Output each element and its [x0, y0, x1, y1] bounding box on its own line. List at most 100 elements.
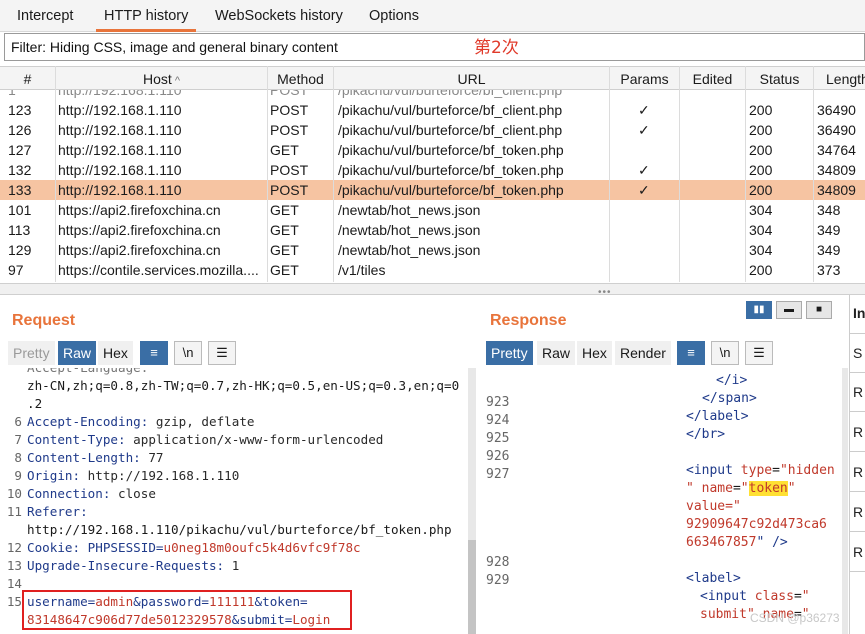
inspector-item[interactable]: R [853, 384, 863, 400]
request-raw-button[interactable]: Raw [58, 341, 97, 365]
table-row[interactable]: 113 https://api2.firefoxchina.cn GET/newta… [0, 220, 865, 240]
request-pretty-button[interactable]: Pretty [8, 341, 55, 365]
cell-id: 113 [8, 222, 31, 238]
table-row[interactable]: 132 http://192.168.1.110 POST/pikachu/vul/… [0, 160, 865, 180]
newline-toggle-button[interactable]: \n [711, 341, 739, 365]
tab-websockets-history[interactable]: WebSockets history [215, 0, 343, 32]
newline-toggle-button[interactable]: \n [174, 341, 202, 365]
response-render-button[interactable]: Render [615, 341, 671, 365]
column-header-length[interactable]: Length [814, 67, 865, 91]
table-row[interactable]: 129 https://api2.firefoxchina.cn GET/newta… [0, 240, 865, 260]
token-value-line: 663467857" /> [686, 535, 788, 550]
column-header-number[interactable]: # [0, 67, 56, 91]
cell-status: 200 [749, 142, 773, 158]
cell-status: 200 [749, 162, 773, 178]
cell-id: 133 [8, 182, 32, 198]
line-number: 6 [14, 414, 22, 429]
cell-params: ✓ [638, 182, 650, 198]
line-text: zh-CN,zh;q=0.8,zh-TW;q=0.7,zh-HK;q=0.5,e… [27, 378, 460, 393]
code-line: " name="token" [686, 481, 796, 496]
cell-id: 126 [8, 122, 32, 138]
tab-options[interactable]: Options [369, 0, 419, 32]
cell-method: GET [270, 242, 299, 258]
column-divider [267, 66, 268, 282]
table-row-partial[interactable]: 1 http://192.168.1.110 POST/pikachu/vul/bu… [0, 90, 865, 100]
response-editor[interactable]: 923 924 925 926 927 928 929 </i> </span>… [486, 368, 844, 634]
table-row[interactable]: 127 http://192.168.1.110 GET/pikachu/vul/b… [0, 140, 865, 160]
history-table-body: 1 http://192.168.1.110 POST/pikachu/vul/bu… [0, 90, 865, 282]
column-header-host[interactable]: Host ^ [56, 67, 268, 91]
line-text: Content-Length: 77 [27, 450, 164, 465]
code-line: <input class=" [700, 589, 810, 604]
table-row[interactable]: 123 http://192.168.1.110 POST/pikachu/vul/… [0, 100, 865, 120]
table-row[interactable]: 101 https://api2.firefoxchina.cn GET/newta… [0, 200, 865, 220]
tab-http-history[interactable]: HTTP history [96, 0, 197, 32]
cell-id: 97 [8, 262, 24, 278]
code-line: value=" [686, 499, 741, 514]
line-number: 15 [6, 594, 22, 609]
line-number: 14 [6, 576, 22, 591]
split-horizontal-icon[interactable]: ▮▮ [746, 301, 772, 319]
menu-icon[interactable]: ☰ [745, 341, 773, 365]
inspector-item[interactable]: R [853, 424, 863, 440]
filter-bar[interactable]: Filter: Hiding CSS, image and general bi… [4, 33, 865, 61]
table-row[interactable]: 133 http://192.168.1.110 POST/pikachu/vul/… [0, 180, 865, 200]
single-pane-icon[interactable]: ■ [806, 301, 832, 319]
inspector-item[interactable]: R [853, 544, 863, 560]
wrap-lines-icon[interactable]: ≡ [677, 341, 705, 365]
line-number: 10 [6, 486, 22, 501]
cell-length: 34809 [817, 182, 856, 198]
line-number: 7 [14, 432, 22, 447]
table-row[interactable]: 97 https://contile.services.mozilla.... GE… [0, 260, 865, 280]
inspector-label[interactable]: In [853, 305, 865, 321]
line-number: 9 [14, 468, 22, 483]
cell-url: /newtab/hot_news.json [338, 242, 481, 258]
code-line: <label> [686, 571, 741, 586]
wrap-lines-icon[interactable]: ≡ [140, 341, 168, 365]
cell-length: 34809 [817, 162, 856, 178]
cell-length: 349 [817, 242, 841, 258]
filter-label: Filter: Hiding CSS, image and general bi… [11, 39, 338, 55]
request-scroll-thumb[interactable] [468, 540, 476, 634]
inspector-item[interactable]: S [853, 345, 862, 361]
column-header-url[interactable]: URL [334, 67, 610, 91]
table-row[interactable]: 126 http://192.168.1.110 POST/pikachu/vul/… [0, 120, 865, 140]
inspector-item[interactable]: R [853, 464, 863, 480]
column-divider [55, 66, 56, 282]
column-header-method[interactable]: Method [268, 67, 334, 91]
inspector-item[interactable]: R [853, 504, 863, 520]
chevron-up-icon: ^ [171, 75, 180, 87]
cell-url: /pikachu/vul/burteforce/bf_token.php [338, 142, 564, 158]
response-raw-button[interactable]: Raw [537, 341, 576, 365]
line-number: 924 [486, 413, 510, 428]
cell-id: 127 [8, 142, 32, 158]
response-scrollbar[interactable] [842, 368, 848, 634]
column-header-status[interactable]: Status [746, 67, 814, 91]
response-title: Response [490, 312, 567, 329]
request-hex-button[interactable]: Hex [98, 341, 133, 365]
response-hex-button[interactable]: Hex [577, 341, 612, 365]
column-divider [333, 66, 334, 282]
cell-host: https://api2.firefoxchina.cn [58, 222, 221, 238]
column-header-edited[interactable]: Edited [680, 67, 746, 91]
code-line: </span> [702, 391, 757, 406]
column-header-params[interactable]: Params [610, 67, 680, 91]
menu-icon[interactable]: ☰ [208, 341, 236, 365]
response-pretty-button[interactable]: Pretty [486, 341, 533, 365]
cell-host: https://api2.firefoxchina.cn [58, 242, 221, 258]
highlight-box [22, 590, 352, 630]
split-vertical-icon[interactable]: ▬ [776, 301, 802, 319]
divider [850, 372, 865, 373]
line-text: Origin: http://192.168.1.110 [27, 468, 240, 483]
table-row-partial[interactable]: 1 [0, 280, 865, 282]
tab-intercept[interactable]: Intercept [17, 0, 73, 32]
history-table-header: # Host ^ Method URL Params Edited Status… [0, 66, 865, 91]
drag-handle-icon[interactable]: ••• [598, 287, 612, 298]
line-number: 13 [6, 558, 22, 573]
split-divider[interactable] [0, 283, 865, 295]
cell-params: ✓ [638, 162, 650, 178]
line-number: 923 [486, 395, 510, 410]
column-divider [679, 66, 680, 282]
cell-method: POST [270, 102, 309, 118]
cell-status: 200 [749, 262, 773, 278]
